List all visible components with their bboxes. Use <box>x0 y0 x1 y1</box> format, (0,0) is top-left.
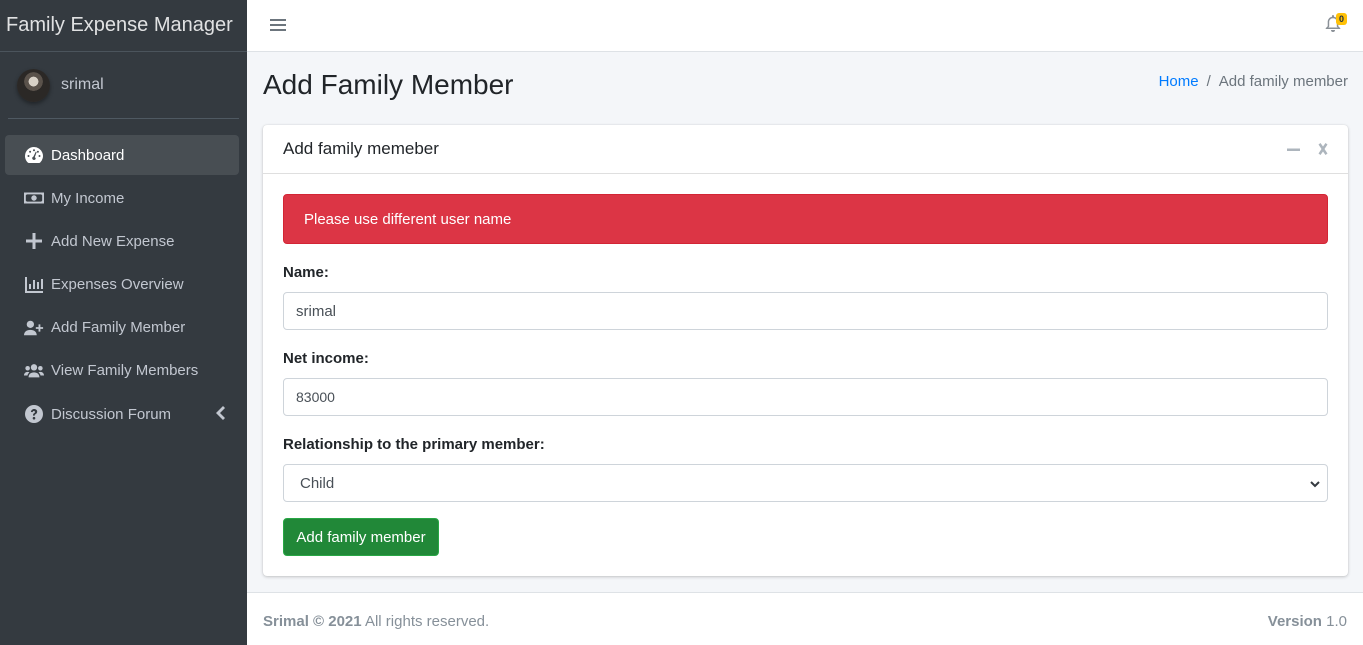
card-header: Add family memeber <box>263 125 1348 174</box>
breadcrumb: Home / Add family member <box>1159 73 1348 90</box>
user-name[interactable]: srimal <box>61 76 104 94</box>
page-title: Add Family Member <box>263 69 514 100</box>
close-icon[interactable] <box>1317 143 1329 156</box>
add-member-card: Add family memeber Please use different … <box>263 125 1348 576</box>
name-field-value: srimal <box>296 302 336 320</box>
net-income-field[interactable]: 83000 <box>283 378 1328 416</box>
user-panel: srimal <box>8 52 239 119</box>
breadcrumb-home-link[interactable]: Home <box>1159 73 1199 90</box>
sidebar-item-label: Add Family Member <box>51 319 186 337</box>
sidebar-item-add-family-member[interactable]: Add Family Member <box>5 308 239 348</box>
copyright-owner: Srimal © 2021 <box>263 613 362 630</box>
sidebar-item-dashboard[interactable]: Dashboard <box>5 135 239 175</box>
user-plus-icon <box>23 319 45 337</box>
version-value: 1.0 <box>1326 613 1347 630</box>
card-title: Add family memeber <box>283 139 439 158</box>
minus-icon[interactable] <box>1287 143 1300 156</box>
net-income-label: Net income: <box>283 350 369 367</box>
chevron-down-icon <box>1309 477 1321 489</box>
footer: Srimal © 2021 All rights reserved. Versi… <box>247 592 1363 645</box>
main-sidebar: Family Expense Manager srimal Dashboard … <box>0 0 247 645</box>
name-field[interactable]: srimal <box>283 292 1328 330</box>
sidebar-item-expenses-overview[interactable]: Expenses Overview <box>5 265 239 305</box>
relationship-select[interactable]: Child <box>283 464 1328 502</box>
sidebar-item-discussion-forum[interactable]: Discussion Forum <box>5 394 239 434</box>
sidebar-item-label: Expenses Overview <box>51 276 184 294</box>
sidebar-item-my-income[interactable]: My Income <box>5 178 239 218</box>
chevron-left-icon <box>215 406 225 422</box>
add-family-member-button[interactable]: Add family member <box>283 518 439 556</box>
sidebar-item-view-family-members[interactable]: View Family Members <box>5 351 239 391</box>
relationship-selected-value: Child <box>300 474 335 492</box>
sidebar-item-label: Dashboard <box>51 146 125 164</box>
question-circle-icon <box>23 405 45 424</box>
brand-link[interactable]: Family Expense Manager <box>0 0 247 52</box>
money-bill-icon <box>23 189 45 207</box>
users-icon <box>23 362 45 380</box>
sidebar-item-label: My Income <box>51 189 125 207</box>
notification-badge: 0 <box>1336 13 1348 25</box>
tachometer-icon <box>23 146 45 164</box>
sidebar-item-label: Discussion Forum <box>51 405 172 423</box>
net-income-field-value: 83000 <box>296 389 335 405</box>
menu-toggle-icon[interactable] <box>270 16 286 34</box>
top-navbar: 0 <box>247 0 1363 52</box>
chart-bar-icon <box>23 276 45 294</box>
relationship-label: Relationship to the primary member: <box>283 436 545 453</box>
user-avatar[interactable] <box>17 68 50 102</box>
breadcrumb-current: Add family member <box>1218 73 1348 90</box>
error-alert: Please use different user name <box>283 194 1328 244</box>
breadcrumb-separator: / <box>1206 73 1211 90</box>
footer-copyright: Srimal © 2021 All rights reserved. <box>263 613 489 630</box>
version-label: Version <box>1267 613 1322 630</box>
brand-title: Family Expense Manager <box>6 14 233 36</box>
name-label: Name: <box>283 264 329 281</box>
sidebar-item-label: Add New Expense <box>51 232 175 250</box>
sidebar-item-label: View Family Members <box>51 362 199 380</box>
sidebar-item-add-new-expense[interactable]: Add New Expense <box>5 221 239 261</box>
copyright-rights: All rights reserved. <box>364 613 490 630</box>
plus-icon <box>23 232 45 250</box>
footer-version: Version 1.0 <box>1268 613 1347 630</box>
sidebar-nav: Dashboard My Income Add New Expense Expe… <box>0 135 247 434</box>
